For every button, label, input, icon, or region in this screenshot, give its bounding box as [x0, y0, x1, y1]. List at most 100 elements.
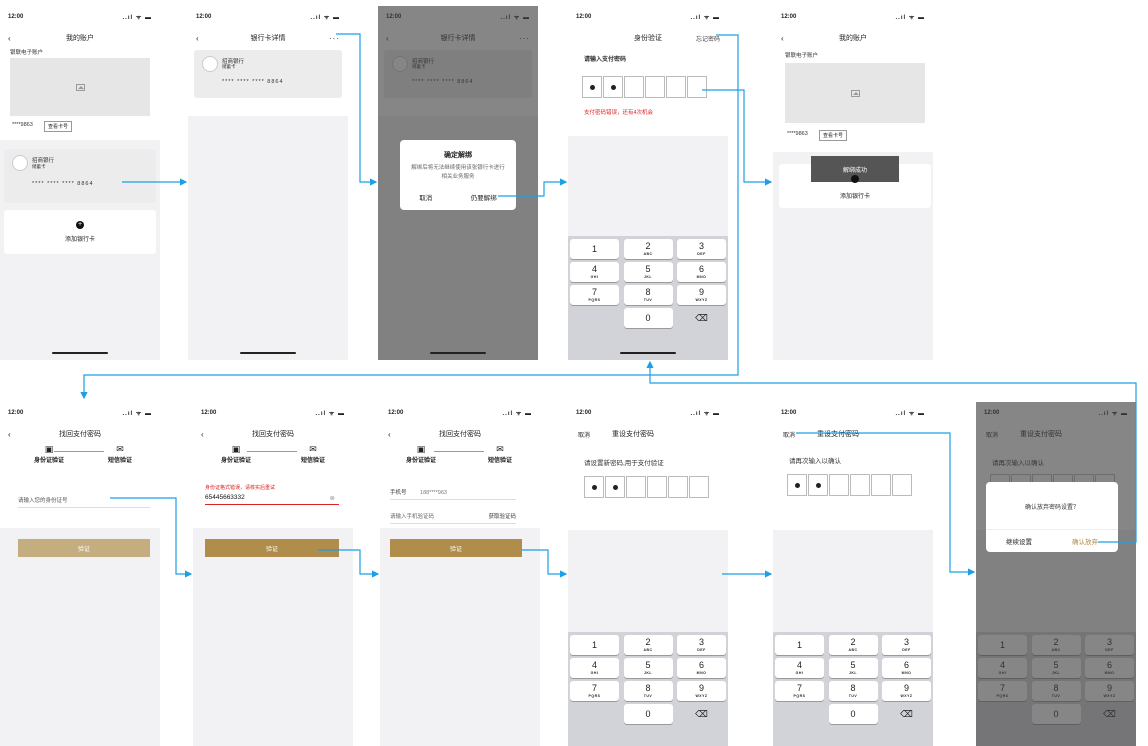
keypad-key[interactable]: 4 GHI — [570, 262, 619, 282]
keypad-row: 7 PQRS 8 TUV 9 WXYZ — [775, 681, 931, 701]
keypad-key[interactable]: 1 — [978, 635, 1027, 655]
back-icon[interactable]: ‹ — [8, 34, 11, 43]
keypad-key[interactable]: 3 DEF — [677, 635, 726, 655]
back-icon[interactable]: ‹ — [201, 430, 204, 439]
keypad-key[interactable]: 6 MNO — [677, 658, 726, 678]
password-boxes[interactable] — [582, 76, 708, 98]
keypad-key[interactable]: 8 TUV — [1031, 681, 1081, 701]
keypad-key[interactable]: 2 ABC — [828, 635, 878, 655]
back-icon[interactable]: ‹ — [8, 430, 11, 439]
keypad-key[interactable]: 6 MNO — [677, 262, 726, 282]
back-icon[interactable]: ‹ — [781, 34, 784, 43]
prototype-board: 12:00 ..ıl ᯤ ▬ ‹ 我的账户 银联电子账户 ****9863 查看… — [0, 0, 1148, 746]
keypad-key[interactable]: 7 PQRS — [775, 681, 824, 701]
password-prompt: 请设置新密码,用于支付验证 — [584, 460, 664, 467]
keypad-key[interactable]: 9 WXYZ — [882, 681, 931, 701]
key-digit: 9 — [698, 683, 704, 693]
key-letters: TUV — [643, 694, 653, 698]
keypad-key[interactable]: 5 JKL — [1031, 658, 1081, 678]
cancel-button[interactable]: 取消 — [578, 430, 590, 439]
keypad-key[interactable]: 7 PQRS — [978, 681, 1027, 701]
verify-button[interactable]: 验证 — [205, 539, 339, 557]
keypad-key[interactable]: 4 GHI — [570, 658, 619, 678]
clear-icon[interactable]: ⊗ — [330, 494, 335, 502]
backspace-key[interactable]: ⌫ — [882, 704, 931, 724]
keypad-key[interactable]: 1 — [775, 635, 824, 655]
bank-card: 招商银行 储蓄卡 **** **** **** 8864 — [384, 50, 532, 98]
keypad-key[interactable]: 0 — [828, 704, 878, 724]
keypad-key[interactable]: 7 PQRS — [570, 285, 619, 305]
password-box — [687, 76, 707, 98]
password-box — [647, 476, 667, 498]
keypad-key[interactable]: 0 — [623, 308, 673, 328]
confirm-unbind-button[interactable]: 仍要解绑 — [471, 192, 497, 202]
keypad-key[interactable]: 7 PQRS — [570, 681, 619, 701]
cancel-button[interactable]: 取消 — [783, 430, 795, 439]
back-icon[interactable]: ‹ — [386, 34, 389, 43]
keypad-key[interactable]: 8 TUV — [623, 681, 673, 701]
keypad-key[interactable]: 2 ABC — [623, 239, 673, 259]
key-letters: WXYZ — [695, 694, 708, 698]
backspace-key[interactable]: ⌫ — [1085, 704, 1134, 724]
keypad-key[interactable]: 6 MNO — [882, 658, 931, 678]
keypad-key[interactable]: 9 WXYZ — [677, 285, 726, 305]
cancel-button[interactable]: 取消 — [986, 430, 998, 439]
step-id: 身份证验证 — [406, 458, 437, 464]
keypad-key[interactable]: 3 DEF — [677, 239, 726, 259]
password-boxes[interactable] — [584, 476, 710, 498]
status-bar: 12:00 ..ıl ᯤ ▬ — [773, 402, 933, 424]
keypad-key[interactable]: 2 ABC — [1031, 635, 1081, 655]
account-number: ****9863 — [12, 122, 33, 128]
navbar: ‹ 找回支付密码 — [0, 424, 160, 444]
back-icon[interactable]: ‹ — [388, 430, 391, 439]
keypad-key[interactable]: 0 — [1031, 704, 1081, 724]
back-icon[interactable]: ‹ — [196, 34, 199, 43]
keypad-key[interactable]: 1 — [570, 239, 619, 259]
get-code-button[interactable]: 获取验证码 — [488, 512, 516, 520]
more-icon[interactable]: ··· — [329, 34, 340, 43]
continue-button[interactable]: 继续设置 — [1006, 536, 1032, 546]
backspace-key[interactable]: ⌫ — [677, 704, 726, 724]
screen-unbind-dialog: 12:00 ..ıl ᯤ ▬ ‹ 银行卡详情 ··· 招商银行 储蓄卡 ****… — [378, 6, 538, 360]
keypad-key[interactable]: 8 TUV — [623, 285, 673, 305]
keypad-key[interactable]: 6 MNO — [1085, 658, 1134, 678]
forgot-password-link[interactable]: 忘记密码 — [696, 34, 720, 43]
key-letters: GHI — [795, 671, 804, 675]
password-boxes[interactable] — [787, 474, 913, 496]
bank-card[interactable]: 招商银行 储蓄卡 **** **** **** 8864 — [4, 149, 156, 203]
keypad-key[interactable]: 1 — [570, 635, 619, 655]
keypad-key[interactable]: 8 TUV — [828, 681, 878, 701]
backspace-key[interactable]: ⌫ — [677, 308, 726, 328]
abandon-button[interactable]: 确认放弃 — [1072, 536, 1098, 546]
keypad-key[interactable]: 5 JKL — [623, 262, 673, 282]
key-digit: 2 — [850, 637, 856, 647]
keypad-key[interactable]: 2 ABC — [623, 635, 673, 655]
keypad-key[interactable]: 3 DEF — [1085, 635, 1134, 655]
number-keypad: 1 2 ABC 3 DEF 4 GHI 5 JKL 6 MNO 7 PQRS 8 TUV 9 WXYZ 0 ⌫ — [976, 632, 1136, 746]
verify-button[interactable]: 验证 — [18, 539, 150, 557]
keypad-key[interactable]: 0 — [623, 704, 673, 724]
keypad-key[interactable]: 4 GHI — [775, 658, 824, 678]
id-number-input[interactable]: 请输入您的身份证号 — [18, 496, 150, 508]
verify-button[interactable]: 验证 — [390, 539, 522, 557]
id-number-input[interactable]: 65445663332 ⊗ — [205, 494, 339, 505]
key-digit: 5 — [1053, 660, 1059, 670]
more-icon[interactable]: ··· — [519, 34, 530, 43]
keypad-key[interactable]: 3 DEF — [882, 635, 931, 655]
status-bar: 12:00 ..ıl ᯤ ▬ — [378, 6, 538, 28]
view-card-button[interactable]: 查看卡号 — [819, 130, 848, 141]
keypad-key[interactable]: 5 JKL — [828, 658, 878, 678]
keypad-key[interactable]: 9 WXYZ — [677, 681, 726, 701]
password-dot — [591, 484, 597, 490]
status-icons: ..ıl ᯤ ▬ — [1098, 411, 1128, 417]
keypad-key[interactable]: 5 JKL — [623, 658, 673, 678]
keypad-key[interactable]: 4 GHI — [978, 658, 1027, 678]
view-card-button[interactable]: 查看卡号 — [44, 121, 73, 132]
add-card-button[interactable]: + 添加银行卡 — [4, 210, 156, 254]
keypad-row: 0 ⌫ — [775, 704, 931, 724]
keypad-key[interactable]: 9 WXYZ — [1085, 681, 1134, 701]
cancel-button[interactable]: 取消 — [419, 192, 432, 202]
status-time: 12:00 — [781, 410, 797, 416]
sms-code-input[interactable]: 请输入手机验证码 获取验证码 — [390, 512, 516, 524]
key-digit: 7 — [796, 683, 802, 693]
